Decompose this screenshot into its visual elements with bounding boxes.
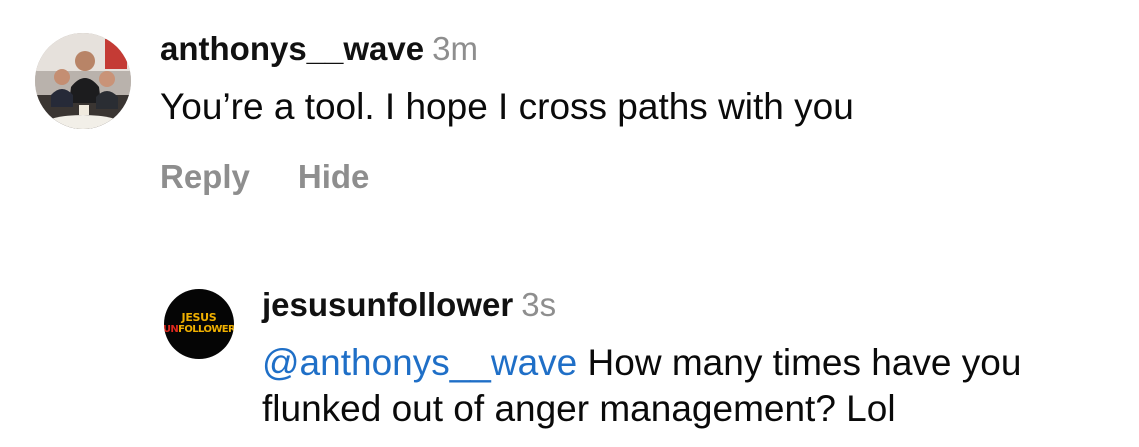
reply-timestamp: 3s — [521, 286, 557, 323]
comment-text: You’re a tool. I hope I cross paths with… — [160, 86, 854, 127]
comment-timestamp: 3m — [432, 30, 478, 67]
reply-button[interactable]: Reply — [160, 158, 250, 195]
username-text[interactable]: jesusunfollower — [262, 286, 513, 323]
reply-username[interactable]: jesusunfollower 3s — [262, 286, 556, 324]
comment-item: anthonys__wave 3m You’re a tool. I hope I… — [0, 0, 1139, 230]
jesus-unfollower-logo: JESUS UNFOLLOWER — [164, 311, 234, 336]
comment-actions: Reply Hide — [160, 158, 369, 196]
avatar-photo — [35, 33, 131, 129]
username-text[interactable]: anthonys__wave — [160, 30, 424, 67]
user-avatar[interactable] — [35, 33, 131, 129]
comment-username[interactable]: anthonys__wave 3m — [160, 30, 478, 68]
reply-text: @anthonys__wave How many times have you … — [262, 340, 1122, 432]
hide-button[interactable]: Hide — [298, 158, 370, 195]
user-avatar[interactable]: JESUS UNFOLLOWER — [164, 289, 234, 359]
mention-link[interactable]: @anthonys__wave — [262, 342, 577, 383]
